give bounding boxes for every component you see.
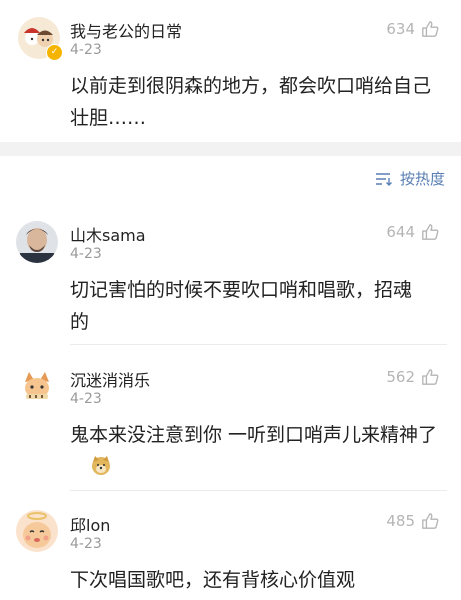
verified-badge-icon: ✓: [46, 44, 63, 61]
like-count: 644: [386, 223, 415, 241]
thumbs-up-icon: [421, 368, 439, 386]
comment-like-button[interactable]: 562: [386, 368, 439, 386]
top-post-text: 以前走到很阴森的地方，都会吹口哨给自己壮胆……: [70, 75, 432, 129]
like-count: 485: [386, 512, 415, 530]
comment-separator: [70, 490, 447, 491]
thumbs-up-icon: [421, 223, 439, 241]
comment-username[interactable]: 山木sama: [70, 222, 146, 246]
avatar[interactable]: [16, 366, 58, 408]
sort-button[interactable]: 按热度: [375, 168, 445, 189]
sort-label: 按热度: [399, 170, 445, 188]
sort-icon: [375, 172, 393, 186]
comment-text: 切记害怕的时候不要吹口哨和唱歌，招魂的: [70, 279, 413, 333]
avatar[interactable]: [16, 510, 58, 552]
like-count: 634: [386, 20, 415, 38]
comment-separator: [70, 344, 447, 345]
thumbs-up-icon: [421, 20, 439, 38]
comment-date: 4-23: [70, 536, 102, 552]
top-post-username[interactable]: 我与老公的日常: [70, 18, 182, 42]
top-post-like-button[interactable]: 634: [386, 20, 439, 38]
comment-username[interactable]: 邱lon: [70, 512, 110, 536]
comment-like-button[interactable]: 644: [386, 223, 439, 241]
comment-text: 鬼本来没注意到你 一听到口哨声儿来精神了: [70, 424, 438, 446]
comment-date: 4-23: [70, 246, 102, 262]
comment-username[interactable]: 沉迷消消乐: [70, 367, 150, 391]
avatar[interactable]: [16, 221, 58, 263]
section-divider: [0, 142, 461, 156]
comment-like-button[interactable]: 485: [386, 512, 439, 530]
like-count: 562: [386, 368, 415, 386]
doge-emoji-icon: [90, 454, 112, 476]
comment-date: 4-23: [70, 391, 102, 407]
thumbs-up-icon: [421, 512, 439, 530]
top-post-date: 4-23: [70, 42, 102, 58]
comment-text: 下次唱国歌吧，还有背核心价值观: [70, 569, 356, 591]
